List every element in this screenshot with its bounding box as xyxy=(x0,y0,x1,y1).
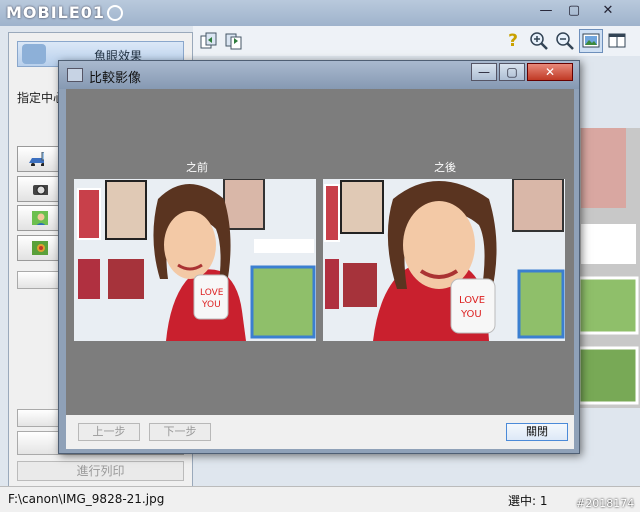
preview-image-strip xyxy=(575,128,640,408)
logo-text: MOBILE01 xyxy=(6,3,106,22)
paste-icon[interactable] xyxy=(223,31,243,51)
dialog-footer: 上一步 下一步 關閉 xyxy=(66,415,574,449)
svg-text:YOU: YOU xyxy=(201,300,221,310)
landscape-preset-button[interactable] xyxy=(17,235,63,261)
help-icon[interactable]: ? xyxy=(503,31,523,51)
eye-icon xyxy=(107,5,124,21)
compare-area: 之前 之後 LOVE YOU LOVE YOU xyxy=(66,89,574,415)
zoom-out-icon[interactable] xyxy=(555,31,575,51)
zoom-in-icon[interactable] xyxy=(529,31,549,51)
print-button[interactable]: 進行列印 xyxy=(17,461,184,481)
close-dialog-button[interactable]: 關閉 xyxy=(506,423,568,441)
after-photo: LOVE YOU xyxy=(323,179,565,341)
previous-button[interactable]: 上一步 xyxy=(78,423,140,441)
dialog-minimize-button[interactable]: — xyxy=(471,63,497,81)
toolbar: ? xyxy=(193,26,640,56)
close-button[interactable]: ✕ xyxy=(594,2,622,20)
preview-thumbnail xyxy=(575,128,640,408)
person-preset-button[interactable] xyxy=(17,205,63,231)
dialog-title: 比較影像 xyxy=(89,71,142,86)
compare-dialog: 比較影像 — ▢ ✕ 之前 之後 LOVE YOU LOVE YOU 上一步 下… xyxy=(58,60,580,454)
watermark: #2018174 xyxy=(576,497,635,510)
dialog-maximize-button[interactable]: ▢ xyxy=(499,63,525,81)
copy-icon[interactable] xyxy=(199,31,219,51)
dialog-close-button[interactable]: ✕ xyxy=(527,63,573,81)
maximize-button[interactable]: ▢ xyxy=(560,2,588,20)
before-photo: LOVE YOU xyxy=(74,179,316,341)
after-label: 之後 xyxy=(434,161,456,174)
dialog-titlebar[interactable]: 比較影像 — ▢ ✕ xyxy=(59,61,579,89)
window-icon[interactable] xyxy=(607,31,627,51)
logo: MOBILE01 xyxy=(6,3,124,22)
minimize-button[interactable]: — xyxy=(532,2,560,20)
main-titlebar: MOBILE01 — ▢ ✕ xyxy=(0,0,640,26)
car-preset-button[interactable] xyxy=(17,146,63,172)
before-label: 之前 xyxy=(186,161,208,174)
svg-text:LOVE: LOVE xyxy=(459,295,485,306)
svg-text:LOVE: LOVE xyxy=(200,288,224,298)
statusbar: F:\canon\IMG_9828-21.jpg 選中: 1 xyxy=(0,486,640,512)
next-button[interactable]: 下一步 xyxy=(149,423,211,441)
image-icon[interactable] xyxy=(579,29,603,53)
car-icon xyxy=(29,152,44,166)
person-icon xyxy=(32,211,48,225)
file-path: F:\canon\IMG_9828-21.jpg xyxy=(8,492,165,506)
svg-text:YOU: YOU xyxy=(460,309,482,320)
compare-icon xyxy=(67,68,83,82)
fisheye-icon xyxy=(22,44,46,64)
selection-count: 選中: 1 xyxy=(508,494,548,508)
camera-preset-button[interactable] xyxy=(17,176,63,202)
camera-icon xyxy=(33,185,48,195)
landscape-icon xyxy=(32,241,48,255)
